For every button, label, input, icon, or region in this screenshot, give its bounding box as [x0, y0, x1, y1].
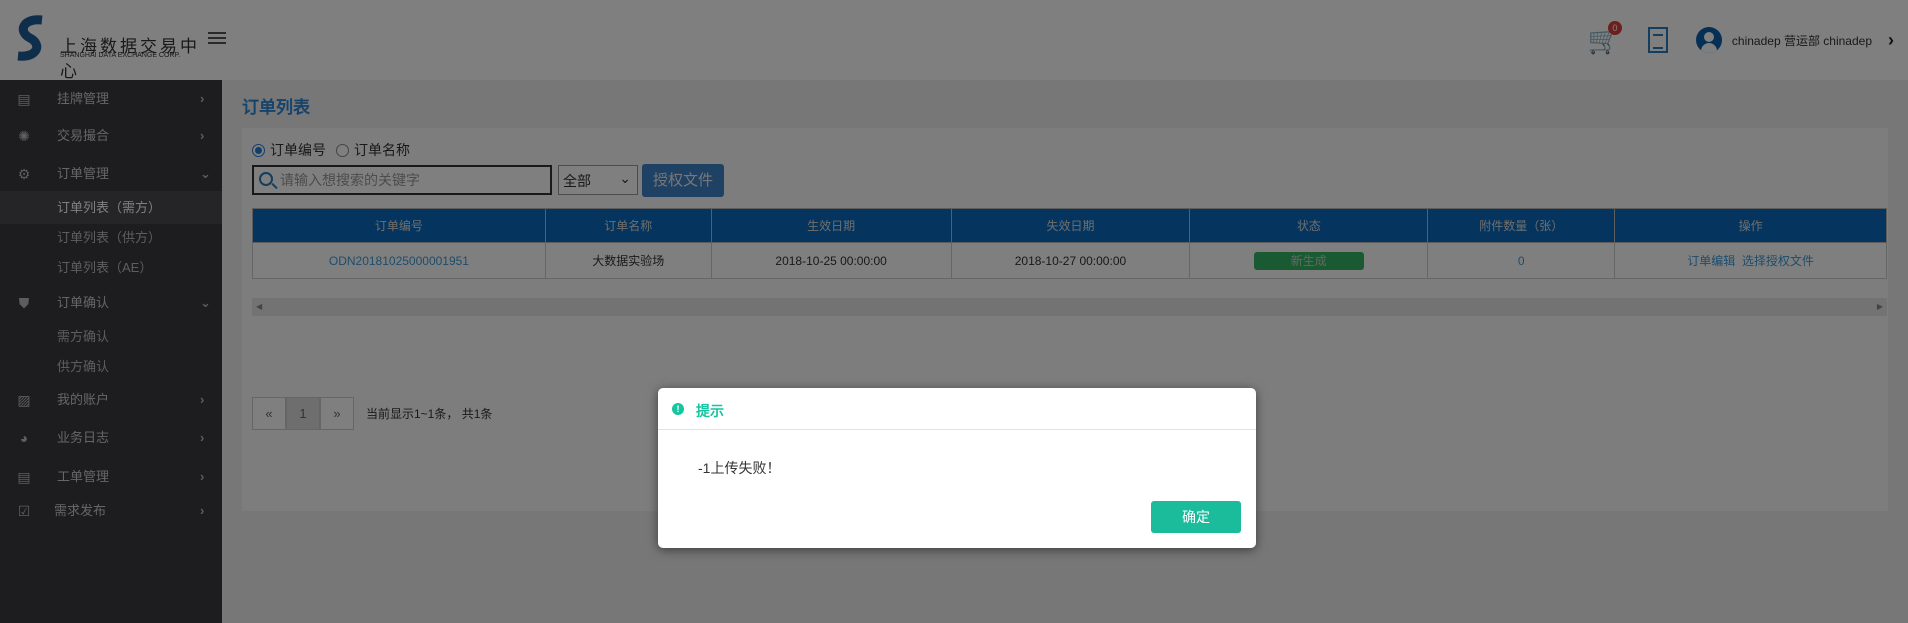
alert-dialog: ! 提示 -1上传失败！ 确定 [658, 388, 1256, 548]
confirm-button[interactable]: 确定 [1151, 501, 1241, 533]
alert-icon: ! [672, 403, 684, 415]
dialog-message: -1上传失败！ [698, 460, 781, 476]
dialog-title: 提示 [696, 403, 724, 419]
